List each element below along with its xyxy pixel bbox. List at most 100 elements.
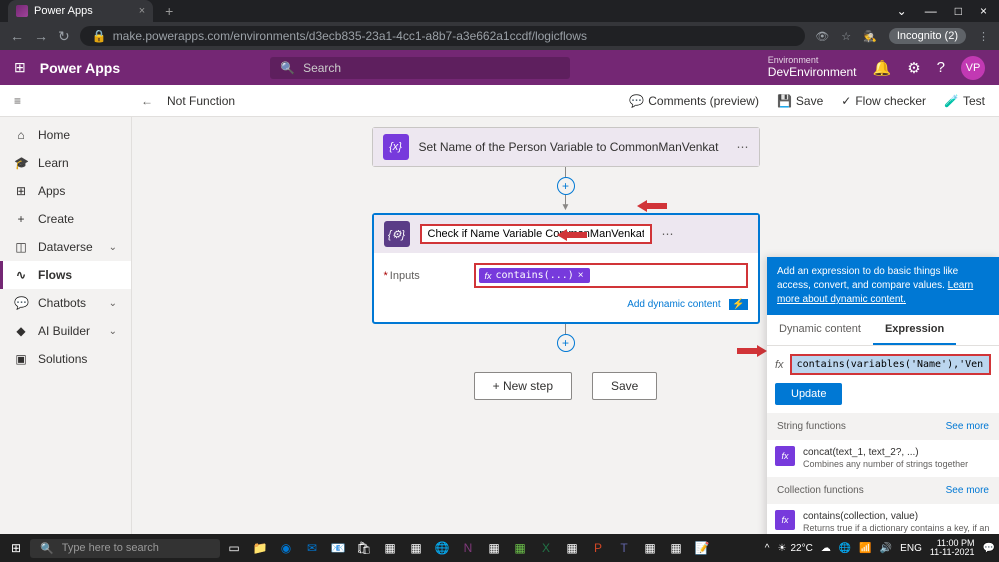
- flask-icon: 🧪: [944, 94, 959, 108]
- action-menu-icon[interactable]: ⋯: [662, 227, 674, 241]
- dynamic-plus-icon[interactable]: ⚡: [729, 299, 747, 310]
- sidebar-item-solutions[interactable]: ▣Solutions: [0, 345, 131, 373]
- minimize-icon[interactable]: —: [925, 4, 937, 18]
- store-icon[interactable]: 🛍: [352, 536, 376, 560]
- see-more-link[interactable]: See more: [946, 485, 989, 496]
- help-icon[interactable]: ?: [937, 59, 945, 76]
- mail-icon[interactable]: 📧: [326, 536, 350, 560]
- expression-token[interactable]: fx contains(...) ×: [479, 268, 590, 283]
- solutions-icon: ▣: [14, 352, 28, 366]
- edge-icon[interactable]: ◉: [274, 536, 298, 560]
- search-input[interactable]: 🔍 Search: [270, 57, 570, 79]
- sidebar-item-apps[interactable]: ⊞Apps: [0, 177, 131, 205]
- teams-icon[interactable]: T: [612, 536, 636, 560]
- annotation-arrow: [557, 229, 587, 241]
- app-icon[interactable]: ▦: [560, 536, 584, 560]
- test-button[interactable]: 🧪Test: [944, 94, 985, 108]
- add-step-button[interactable]: +: [557, 334, 575, 352]
- environment-picker[interactable]: Environment DevEnvironment: [768, 56, 857, 79]
- comments-button[interactable]: 💬Comments (preview): [629, 94, 759, 108]
- gear-icon[interactable]: ⚙: [907, 59, 920, 77]
- sidebar-item-home[interactable]: ⌂Home: [0, 121, 131, 149]
- sidebar-item-flows[interactable]: ∿Flows: [0, 261, 131, 289]
- sidebar-item-dataverse[interactable]: ◫Dataverse⌄: [0, 233, 131, 261]
- app-icon[interactable]: ▦: [482, 536, 506, 560]
- app-icon[interactable]: ▦: [508, 536, 532, 560]
- onedrive-icon[interactable]: ☁: [821, 543, 831, 554]
- task-view-icon[interactable]: ▭: [222, 536, 246, 560]
- action-menu-icon[interactable]: ⋯: [737, 140, 749, 154]
- add-step-button[interactable]: +: [557, 177, 575, 195]
- new-step-button[interactable]: + New step: [474, 372, 572, 400]
- url-input[interactable]: 🔒 make.powerapps.com/environments/d3ecb8…: [80, 26, 806, 46]
- language-indicator[interactable]: ENG: [900, 543, 922, 554]
- powerpoint-icon[interactable]: P: [586, 536, 610, 560]
- app-icon[interactable]: ▦: [378, 536, 402, 560]
- env-name: DevEnvironment: [768, 66, 857, 79]
- lock-icon: 🔒: [92, 29, 107, 43]
- remove-token-icon[interactable]: ×: [578, 270, 584, 281]
- reload-icon[interactable]: ↻: [58, 28, 70, 45]
- excel-icon[interactable]: X: [534, 536, 558, 560]
- app-icon[interactable]: ▦: [664, 536, 688, 560]
- action-set-variable[interactable]: {x} Set Name of the Person Variable to C…: [372, 127, 760, 167]
- browser-tab[interactable]: Power Apps ×: [8, 0, 153, 22]
- outlook-icon[interactable]: ✉: [300, 536, 324, 560]
- explorer-icon[interactable]: 📁: [248, 536, 272, 560]
- sound-icon[interactable]: 🔊: [880, 543, 892, 554]
- url-text: make.powerapps.com/environments/d3ecb835…: [113, 29, 587, 43]
- arrow-down-icon: ▼: [561, 202, 571, 213]
- see-more-link[interactable]: See more: [946, 421, 989, 432]
- add-dynamic-content-link[interactable]: Add dynamic content: [627, 299, 720, 310]
- new-tab-button[interactable]: +: [165, 3, 173, 19]
- tray-expand-icon[interactable]: ^: [765, 543, 770, 554]
- start-button[interactable]: ⊞: [4, 536, 28, 560]
- collection-functions-header: Collection functions See more: [767, 477, 999, 504]
- save-flow-button[interactable]: Save: [592, 372, 657, 400]
- save-button[interactable]: 💾Save: [777, 94, 823, 108]
- sidebar-item-learn[interactable]: 🎓Learn: [0, 149, 131, 177]
- sidebar-item-create[interactable]: +Create: [0, 205, 131, 233]
- update-button[interactable]: Update: [775, 383, 842, 405]
- notification-icon[interactable]: 💬: [983, 543, 995, 554]
- avatar[interactable]: VP: [961, 56, 985, 80]
- inputs-field[interactable]: fx contains(...) ×: [474, 263, 748, 288]
- app-icon[interactable]: ▦: [638, 536, 662, 560]
- network-icon[interactable]: 🌐: [839, 543, 851, 554]
- chatbot-icon: 💬: [14, 296, 28, 310]
- star-icon[interactable]: ☆: [841, 30, 851, 43]
- maximize-icon[interactable]: □: [955, 4, 962, 18]
- close-tab-icon[interactable]: ×: [139, 5, 145, 17]
- notepad-icon[interactable]: 📝: [690, 536, 714, 560]
- variable-icon: {x}: [383, 134, 409, 160]
- onenote-icon[interactable]: N: [456, 536, 480, 560]
- waffle-icon[interactable]: ⊞: [14, 59, 26, 76]
- forward-icon[interactable]: →: [34, 28, 48, 44]
- clock[interactable]: 11:00 PM 11-11-2021: [930, 539, 975, 557]
- weather-widget[interactable]: ☀ 22°C: [778, 543, 813, 554]
- chrome-icon[interactable]: 🌐: [430, 536, 454, 560]
- tab-expression[interactable]: Expression: [873, 315, 956, 345]
- windows-search[interactable]: 🔍 Type here to search: [30, 539, 220, 558]
- action-title-input[interactable]: [420, 224, 652, 244]
- func-concat[interactable]: fx concat(text_1, text_2?, ...)Combines …: [767, 440, 999, 477]
- flow-checker-button[interactable]: ✓Flow checker: [841, 94, 926, 108]
- close-window-icon[interactable]: ×: [980, 4, 987, 18]
- menu-icon[interactable]: ⋮: [978, 30, 989, 43]
- chevron-down-icon[interactable]: ⌄: [897, 4, 907, 18]
- app-icon[interactable]: ▦: [404, 536, 428, 560]
- back-arrow-icon[interactable]: ←: [141, 94, 153, 108]
- expression-panel: Add an expression to do basic things lik…: [767, 257, 999, 562]
- app-title: Power Apps: [40, 60, 120, 76]
- back-icon[interactable]: ←: [10, 28, 24, 44]
- tab-dynamic-content[interactable]: Dynamic content: [767, 315, 873, 345]
- flow-canvas[interactable]: {x} Set Name of the Person Variable to C…: [132, 117, 999, 562]
- bell-icon[interactable]: 🔔: [873, 59, 892, 77]
- expression-input[interactable]: [790, 354, 991, 375]
- hamburger-icon[interactable]: ≡: [14, 94, 21, 108]
- eye-icon[interactable]: 👁: [815, 30, 829, 43]
- sidebar-item-chatbots[interactable]: 💬Chatbots⌄: [0, 289, 131, 317]
- sidebar-item-aibuilder[interactable]: ◆AI Builder⌄: [0, 317, 131, 345]
- connector: +: [372, 324, 760, 352]
- wifi-icon[interactable]: 📶: [859, 543, 871, 554]
